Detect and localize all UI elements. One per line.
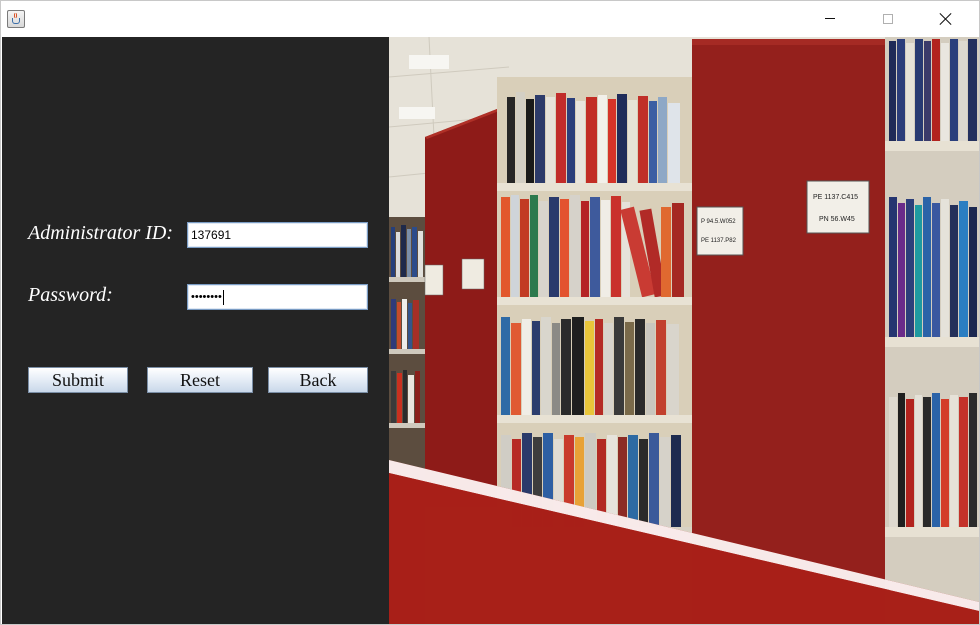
text-caret <box>222 289 224 305</box>
login-window: Administrator ID: 137691 Password: •••••… <box>0 0 980 625</box>
maximize-icon <box>883 13 893 24</box>
close-icon <box>940 13 952 25</box>
submit-button[interactable]: Submit <box>28 367 128 393</box>
java-cup-icon <box>7 10 25 28</box>
title-bar <box>1 1 979 36</box>
close-button[interactable] <box>923 1 969 36</box>
reset-button[interactable]: Reset <box>147 367 253 393</box>
login-form-panel: Administrator ID: 137691 Password: •••••… <box>2 37 389 624</box>
minimize-icon <box>825 18 835 19</box>
shelf-label-2: PE 1137.P82 <box>701 238 737 244</box>
password-input[interactable]: •••••••• <box>187 284 368 310</box>
shelf-label-3: PE 1137.C415 <box>813 194 858 201</box>
shelf-label-4: PN 56.W45 <box>819 216 855 223</box>
admin-id-label: Administrator ID: <box>28 222 173 244</box>
password-label: Password: <box>28 284 113 306</box>
admin-id-value: 137691 <box>191 228 232 242</box>
library-shelves-image: P 94.5.W052 PE 1137.P82 PE 1137.C415 PN … <box>389 37 979 624</box>
admin-id-input[interactable]: 137691 <box>187 222 368 248</box>
back-button[interactable]: Back <box>268 367 368 393</box>
shelf-label-1: P 94.5.W052 <box>701 219 736 225</box>
password-mask: •••••••• <box>191 290 222 303</box>
maximize-button[interactable] <box>865 1 911 36</box>
minimize-button[interactable] <box>807 1 853 36</box>
